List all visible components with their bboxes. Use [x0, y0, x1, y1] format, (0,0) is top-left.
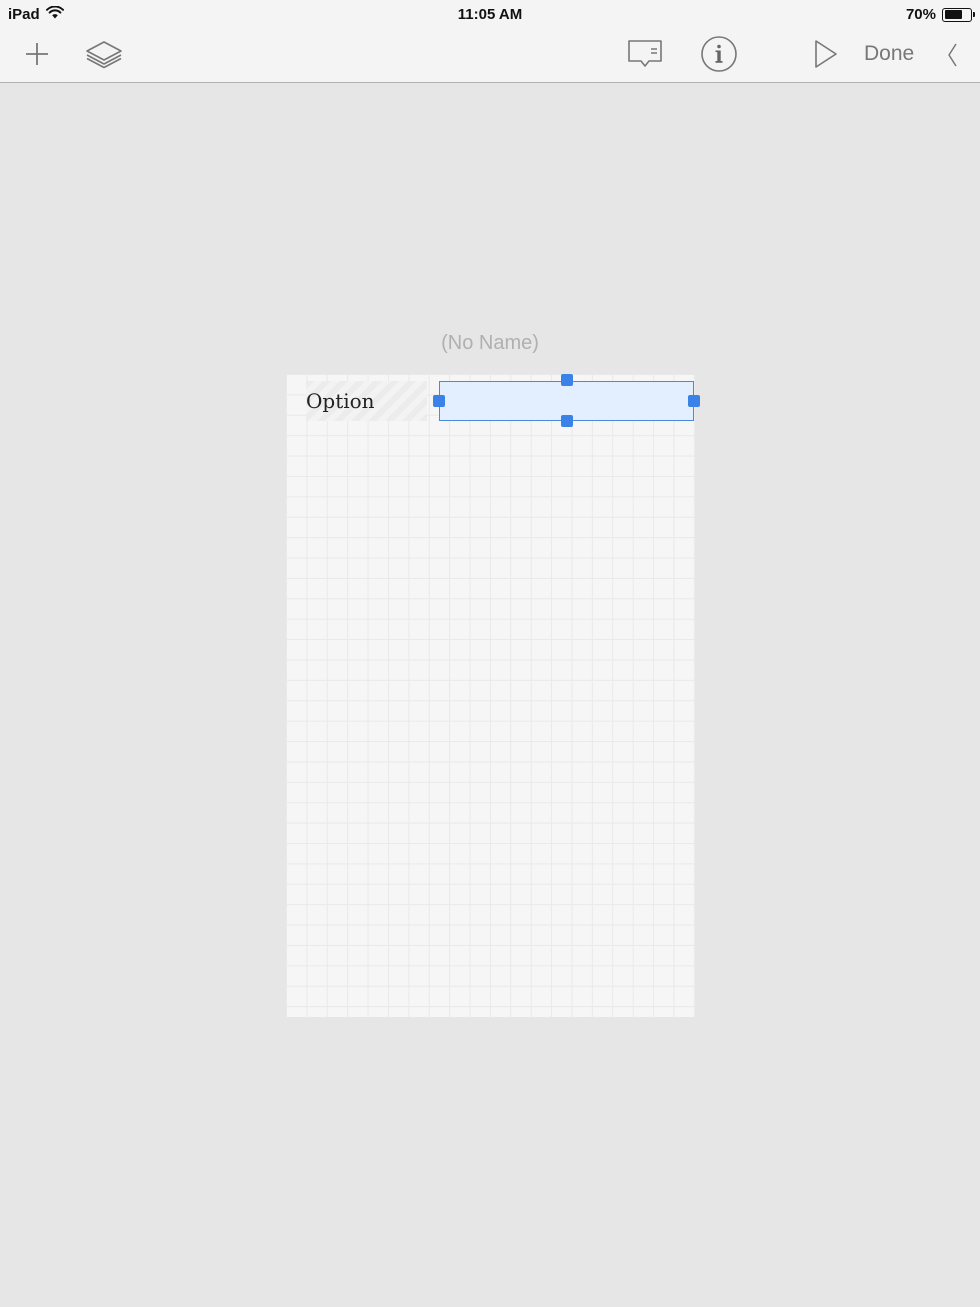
toolbar: Done: [0, 28, 980, 83]
form-label-text: Option: [306, 389, 375, 413]
battery-icon: [942, 7, 975, 22]
form-label[interactable]: Option: [306, 381, 427, 421]
chevron-left-icon[interactable]: [942, 40, 962, 70]
resize-handle-left[interactable]: [433, 395, 445, 407]
status-bar: iPad 11:05 AM 70%: [0, 0, 980, 28]
resize-handle-top[interactable]: [561, 374, 573, 386]
play-icon[interactable]: [810, 38, 840, 70]
resize-handle-bottom[interactable]: [561, 415, 573, 427]
done-button[interactable]: Done: [864, 42, 914, 66]
info-icon[interactable]: [699, 34, 739, 74]
document-title[interactable]: (No Name): [0, 332, 980, 355]
layers-icon[interactable]: [84, 37, 124, 71]
plus-icon[interactable]: [22, 39, 52, 69]
design-canvas[interactable]: Option: [286, 374, 700, 1017]
battery-percent: 70%: [905, 6, 936, 23]
comment-icon[interactable]: [626, 38, 664, 70]
resize-handle-right[interactable]: [688, 395, 700, 407]
battery-group: 70%: [905, 6, 975, 23]
status-clock: 11:05 AM: [457, 6, 523, 23]
